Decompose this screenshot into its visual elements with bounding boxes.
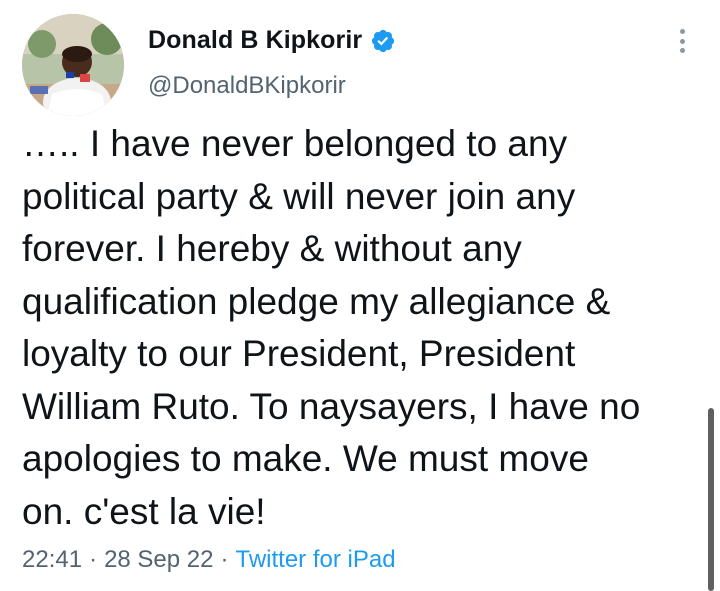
verified-badge-icon bbox=[370, 28, 396, 54]
avatar[interactable] bbox=[22, 14, 124, 116]
meta-separator: · bbox=[220, 546, 229, 573]
tweet-meta: 22:41 · 28 Sep 22 · Twitter for iPad bbox=[22, 546, 396, 574]
avatar-image bbox=[22, 14, 124, 116]
meta-separator: · bbox=[89, 546, 98, 573]
tweet-card: Donald B Kipkorir @DonaldBKipkorir ….. I… bbox=[0, 0, 720, 591]
tweet-time[interactable]: 22:41 bbox=[22, 546, 82, 574]
author-name-row[interactable]: Donald B Kipkorir bbox=[148, 26, 396, 55]
tweet-date[interactable]: 28 Sep 22 bbox=[104, 546, 213, 574]
tweet-text: ….. I have never belonged to any politic… bbox=[22, 123, 641, 532]
more-dot bbox=[679, 48, 685, 53]
more-dot bbox=[679, 38, 685, 44]
more-dot bbox=[679, 29, 685, 34]
tweet-source-link[interactable]: Twitter for iPad bbox=[236, 546, 396, 574]
scrollbar[interactable] bbox=[708, 408, 714, 591]
display-name[interactable]: Donald B Kipkorir bbox=[148, 26, 362, 55]
more-vertical-icon[interactable] bbox=[670, 26, 694, 56]
author-handle[interactable]: @DonaldBKipkorir bbox=[148, 72, 346, 100]
